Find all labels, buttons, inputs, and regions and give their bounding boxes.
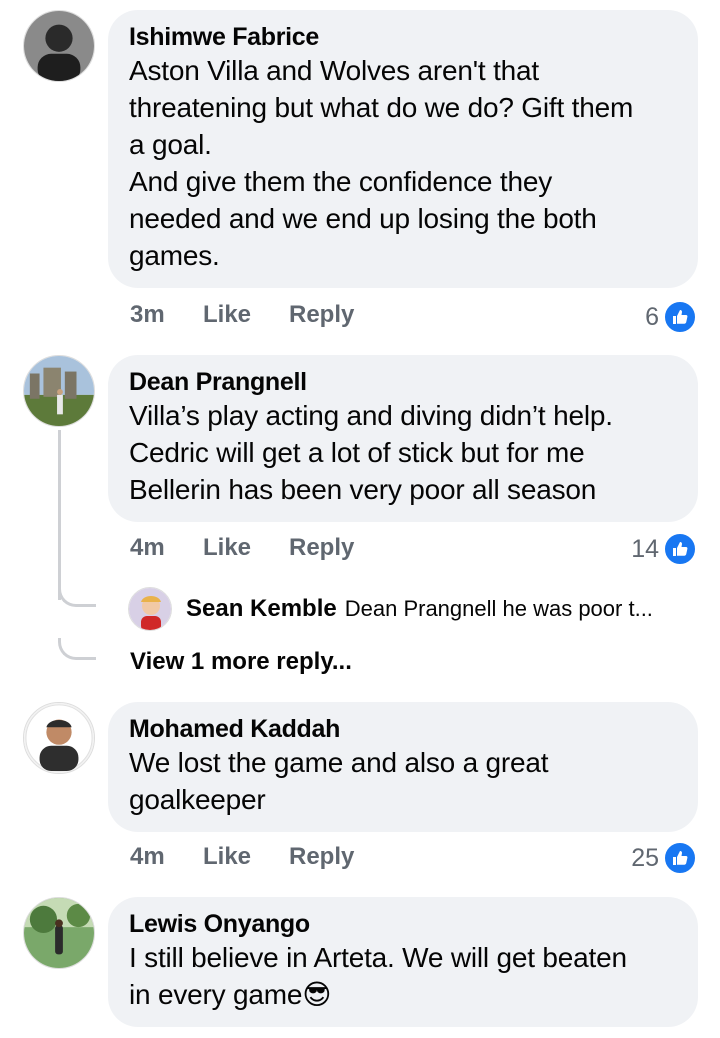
sunglasses-emoji: 😎 [302, 979, 332, 1010]
thumbs-up-icon [663, 841, 697, 875]
reaction-count[interactable]: 6 [645, 300, 697, 334]
comment-actions: 4m Like Reply [130, 534, 354, 562]
reply-button[interactable]: Reply [289, 301, 354, 329]
avatar-dean[interactable] [23, 355, 95, 427]
avatar-lewis[interactable] [23, 897, 95, 969]
timestamp[interactable]: 4m [130, 534, 203, 562]
reaction-count-number: 6 [645, 302, 659, 331]
comment-text: Aston Villa and Wolves aren't that threa… [129, 55, 634, 271]
like-button[interactable]: Like [203, 301, 289, 329]
reaction-count-number: 25 [631, 843, 659, 872]
avatar-ishimwe[interactable] [23, 10, 95, 82]
reply-button[interactable]: Reply [289, 843, 354, 871]
comment-text: We lost the game and also a great goalke… [129, 747, 549, 815]
comment-author[interactable]: Mohamed Kaddah [129, 714, 674, 744]
comment-bubble: Dean Prangnell Villa’s play acting and d… [108, 355, 698, 522]
thread-connector [58, 585, 96, 607]
comment-author[interactable]: Dean Prangnell [129, 367, 674, 397]
reaction-count[interactable]: 14 [631, 532, 697, 566]
comment-bubble: Mohamed Kaddah We lost the game and also… [108, 702, 698, 832]
reaction-count-number: 14 [631, 534, 659, 563]
thumbs-up-icon [663, 532, 697, 566]
reply-preview[interactable]: Sean Kemble Dean Prangnell he was poor t… [128, 587, 653, 631]
like-button[interactable]: Like [203, 843, 289, 871]
comment-text: Villa’s play acting and diving didn’t he… [129, 400, 613, 505]
comment-bubble: Ishimwe Fabrice Aston Villa and Wolves a… [108, 10, 698, 288]
timestamp[interactable]: 3m [130, 301, 203, 329]
timestamp[interactable]: 4m [130, 843, 203, 871]
comment-text: I still believe in Arteta. We will get b… [129, 942, 627, 1010]
comment-author[interactable]: Lewis Onyango [129, 909, 674, 939]
comment-author[interactable]: Ishimwe Fabrice [129, 22, 674, 52]
reply-button[interactable]: Reply [289, 534, 354, 562]
reaction-count[interactable]: 25 [631, 841, 697, 875]
avatar-sean[interactable] [128, 587, 172, 631]
like-button[interactable]: Like [203, 534, 289, 562]
comment-actions: 3m Like Reply [130, 301, 354, 329]
comment-actions: 4m Like Reply [130, 843, 354, 871]
thread-line [58, 430, 61, 600]
reply-text: Dean Prangnell he was poor t... [344, 596, 653, 621]
thread-connector [58, 638, 96, 660]
view-more-replies[interactable]: View 1 more reply... [130, 648, 352, 676]
reply-author[interactable]: Sean Kemble [186, 595, 337, 623]
avatar-mohamed[interactable] [23, 702, 95, 774]
comment-bubble: Lewis Onyango I still believe in Arteta.… [108, 897, 698, 1027]
thumbs-up-icon [663, 300, 697, 334]
